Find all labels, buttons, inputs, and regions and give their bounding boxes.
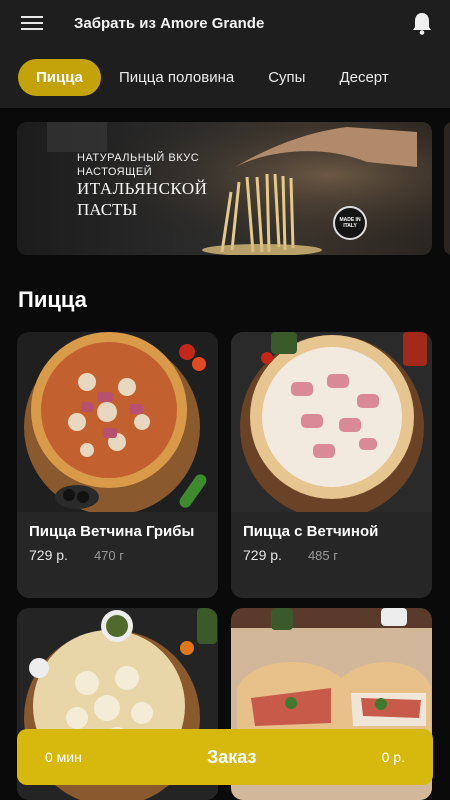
badge-text-bottom: ITALY [343, 223, 357, 229]
product-weight: 485 г [307, 548, 338, 563]
next-banner-peek[interactable] [444, 122, 450, 255]
tab-soups[interactable]: Супы [268, 69, 305, 86]
category-tabs: Пицца Пицца половина Супы Десерт [0, 46, 450, 108]
product-price: 729 р. [29, 547, 68, 563]
app-title: Забрать из Amore Grande [74, 14, 265, 32]
bell-icon [413, 13, 431, 35]
banner-text-line3: ИТАЛЬЯНСКОЙ [77, 179, 208, 198]
promo-banner[interactable]: НАТУРАЛЬНЫЙ ВКУС НАСТОЯЩЕЙ ИТАЛЬЯНСКОЙ П… [17, 122, 432, 255]
menu-button[interactable] [0, 0, 64, 46]
section-title: Пицца [18, 287, 87, 312]
banner-text-line4: ПАСТЫ [77, 200, 138, 219]
product-weight: 470 г [93, 548, 124, 563]
product-card[interactable]: Пицца Ветчина Грибы 729 р. 470 г [17, 332, 218, 598]
product-name: Пицца с Ветчиной [243, 523, 379, 540]
hamburger-icon [21, 16, 43, 30]
top-app-bar: Забрать из Amore Grande [0, 0, 450, 46]
order-label: Заказ [207, 746, 257, 767]
order-sum: 0 р. [381, 749, 405, 765]
tab-pizza[interactable]: Пицца [18, 58, 101, 96]
tab-dessert[interactable]: Десерт [339, 69, 388, 86]
order-button[interactable]: 0 мин Заказ 0 р. [17, 729, 433, 785]
product-price: 729 р. [243, 547, 282, 563]
product-image [17, 332, 218, 515]
order-time: 0 мин [45, 749, 82, 765]
made-in-italy-badge: MADE IN ITALY [333, 206, 367, 240]
product-card[interactable]: Пицца с Ветчиной 729 р. 485 г [231, 332, 432, 598]
tab-pizza-half[interactable]: Пицца половина [119, 69, 234, 86]
banner-text-line2: НАСТОЯЩЕЙ [77, 166, 153, 178]
product-image [231, 332, 432, 519]
notifications-button[interactable] [402, 0, 442, 46]
product-name: Пицца Ветчина Грибы [29, 523, 195, 540]
banner-text-line1: НАТУРАЛЬНЫЙ ВКУС [77, 152, 200, 164]
